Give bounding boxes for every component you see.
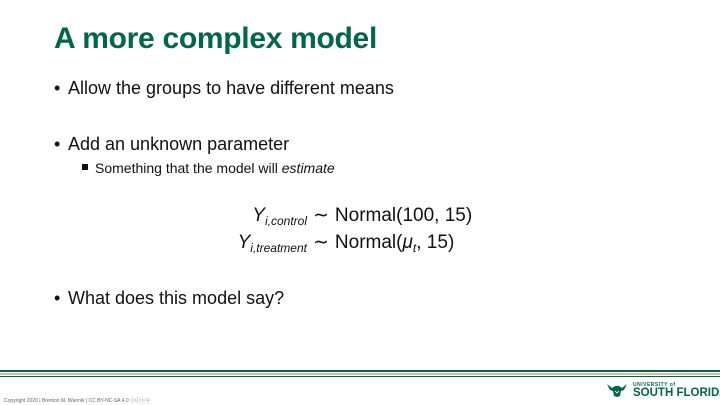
sub-bullet-square xyxy=(82,164,88,171)
bullet-text: What does this model say? xyxy=(68,288,285,308)
equation-lhs: Yi,treatment xyxy=(237,232,307,255)
bullet-text: Add an unknown parameter xyxy=(68,134,290,154)
footer-rule-green xyxy=(0,370,720,372)
bullet-dot: • xyxy=(54,134,61,154)
logo-south-florida-text: SOUTH FLORIDA xyxy=(633,387,720,399)
tilde-symbol: ∼ xyxy=(313,205,329,226)
equation-control: Yi,control ∼ Normal(100, 15) xyxy=(242,204,472,227)
sub-bullet-text: Something that the model will xyxy=(95,160,282,176)
tilde-symbol: ∼ xyxy=(313,232,329,253)
footer-rule-gold xyxy=(0,373,720,375)
slide-title: A more complex model xyxy=(54,22,377,55)
bullet-dot: • xyxy=(54,288,61,308)
bullet-different-means: • Allow the groups to have different mean… xyxy=(54,78,394,99)
sub-bullet-estimate: Something that the model will estimate xyxy=(82,160,335,176)
bullet-dot: • xyxy=(54,78,61,98)
footer-rule-green-thin xyxy=(0,376,720,377)
equation-rhs: Normal(100, 15) xyxy=(334,205,473,226)
bullet-unknown-parameter: • Add an unknown parameter xyxy=(54,134,289,155)
equation-rhs: Normal(μt, 15) xyxy=(334,232,455,255)
equation-lhs: Yi,control xyxy=(252,205,307,228)
slide: A more complex model • Allow the groups t… xyxy=(0,0,720,405)
equation-treatment: Yi,treatment ∼ Normal(μt, 15) xyxy=(220,231,455,255)
bullet-text: Allow the groups to have different means xyxy=(68,78,394,98)
sub-bullet-emphasis: estimate xyxy=(281,160,335,176)
bull-icon xyxy=(607,384,627,397)
copyright-text: Copyright 2020 | Brenton M. Wiernik | CC… xyxy=(4,398,151,404)
bullet-what-model-says: • What does this model say? xyxy=(54,288,284,309)
